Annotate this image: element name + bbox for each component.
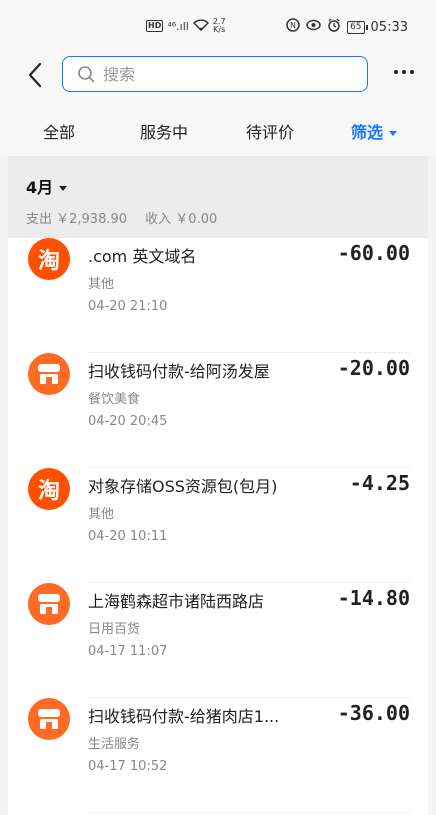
eye-icon (306, 19, 321, 35)
transaction-list: 淘 .com 英文域名 其他 04-20 21:10 -60.00 扫收钱码付款… (8, 238, 428, 815)
transaction-time: 04-20 10:11 (88, 529, 168, 544)
transaction-category: 餐饮美食 (88, 392, 141, 407)
filter-tabs: 全部 服务中 待评价 筛选 (0, 98, 436, 156)
tab-in-service[interactable]: 服务中 (140, 119, 188, 143)
transaction-category: 其他 (88, 507, 115, 522)
caret-down-icon (389, 131, 398, 136)
transaction-item[interactable]: 扫收钱码付款-给阿汤发屋 餐饮美食 04-20 20:45 -20.00 (8, 353, 428, 468)
month-selector[interactable]: 4月 (26, 174, 68, 198)
expense-total: 支出 ￥2,938.90 (26, 212, 128, 227)
hd-badge: HD (146, 20, 164, 32)
alarm-icon (327, 18, 341, 36)
transaction-time: 04-17 11:07 (88, 644, 168, 659)
search-input[interactable] (103, 64, 343, 84)
more-dot-icon (394, 70, 398, 74)
taobao-icon: 淘 (28, 238, 70, 280)
transaction-item[interactable]: 淘 .com 英文域名 其他 04-20 21:10 -60.00 (8, 238, 428, 353)
store-icon (28, 698, 70, 740)
store-icon (28, 583, 70, 625)
taobao-icon: 淘 (28, 468, 70, 510)
transaction-title: 上海鹤森超市诸陆西路店 (88, 592, 265, 611)
caret-down-icon (59, 186, 68, 191)
transaction-time: 04-17 10:52 (88, 759, 168, 774)
transaction-time: 04-20 21:10 (88, 299, 168, 314)
speed-unit: K/s (213, 25, 226, 34)
nfc-icon: N (286, 18, 300, 36)
back-arrow-icon (28, 62, 42, 88)
transaction-amount: -14.80 (337, 586, 410, 610)
transaction-amount: -20.00 (337, 356, 410, 380)
transaction-amount: -36.00 (337, 701, 410, 725)
transaction-category: 其他 (88, 277, 115, 292)
more-button[interactable] (394, 64, 414, 80)
status-right: N 65 05:33 (286, 18, 408, 36)
signal-icon: ⁴⁶.ıll (167, 19, 189, 33)
battery-icon: 65 (347, 20, 369, 34)
back-button[interactable] (24, 58, 48, 92)
transaction-item[interactable]: 扫收钱码付款-给猪肉店1... 生活服务 04-17 10:52 -36.00 (8, 698, 428, 813)
transaction-item[interactable]: 上海鹤森超市诸陆西路店 日用百货 04-17 11:07 -14.80 (8, 583, 428, 698)
network-speed: 2.7 K/s (213, 18, 226, 34)
store-icon (28, 353, 70, 395)
tab-pending-review[interactable]: 待评价 (246, 119, 294, 143)
clock: 05:33 (370, 19, 408, 35)
top-bar (0, 52, 436, 98)
transaction-amount: -4.25 (349, 471, 410, 495)
search-icon (78, 66, 95, 83)
tab-filter[interactable]: 筛选 (351, 119, 398, 143)
tab-filter-label: 筛选 (351, 123, 384, 142)
status-left: HD ⁴⁶.ıll 2.7 K/s (146, 18, 226, 34)
tab-all[interactable]: 全部 (43, 119, 75, 143)
status-bar: HD ⁴⁶.ıll 2.7 K/s N 65 05:33 (0, 0, 436, 52)
transaction-title: 扫收钱码付款-给阿汤发屋 (88, 362, 270, 381)
more-dot-icon (410, 70, 414, 74)
wifi-icon (192, 18, 209, 34)
divider (88, 812, 410, 813)
transaction-time: 04-20 20:45 (88, 414, 168, 429)
transaction-title: .com 英文域名 (88, 247, 197, 266)
transaction-title: 扫收钱码付款-给猪肉店1... (88, 707, 280, 726)
month-totals: 支出 ￥2,938.90 收入 ￥0.00 (26, 208, 231, 227)
income-total: 收入 ￥0.00 (145, 212, 218, 227)
transaction-amount: -60.00 (337, 241, 410, 265)
month-label: 4月 (26, 178, 54, 197)
month-summary: 4月 支出 ￥2,938.90 收入 ￥0.00 (8, 156, 428, 238)
transaction-category: 生活服务 (88, 737, 141, 752)
transaction-category: 日用百货 (88, 622, 141, 637)
transaction-title: 对象存储OSS资源包(包月) (88, 477, 278, 496)
svg-text:N: N (290, 21, 296, 30)
more-dot-icon (402, 70, 406, 74)
transaction-item[interactable]: 淘 对象存储OSS资源包(包月) 其他 04-20 10:11 -4.25 (8, 468, 428, 583)
search-box[interactable] (62, 56, 368, 92)
